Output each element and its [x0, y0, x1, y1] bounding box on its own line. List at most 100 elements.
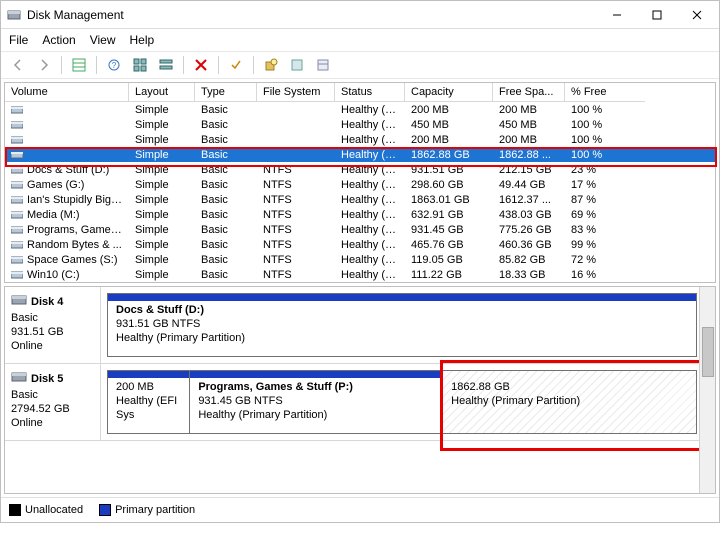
volume-pct: 100 % — [565, 119, 645, 131]
volume-header-row: Volume Layout Type File System Status Ca… — [5, 83, 715, 102]
drive-icon — [11, 105, 23, 115]
toolbar-separator — [253, 56, 254, 74]
volume-fs: NTFS — [257, 269, 335, 281]
volume-row[interactable]: SimpleBasicHealthy (P...1862.88 GB1862.8… — [5, 147, 715, 162]
drive-icon — [11, 210, 23, 220]
volume-layout: Simple — [129, 194, 195, 206]
volume-capacity: 200 MB — [405, 134, 493, 146]
disk-info-panel: Disk 5Basic2794.52 GBOnline — [5, 364, 101, 440]
disk-row[interactable]: Disk 4Basic931.51 GBOnlineDocs & Stuff (… — [5, 287, 715, 364]
volume-name: Programs, Games ... — [27, 224, 128, 236]
col-layout[interactable]: Layout — [129, 83, 195, 102]
format-button[interactable] — [312, 55, 334, 75]
disk-map-area[interactable]: Disk 4Basic931.51 GBOnlineDocs & Stuff (… — [4, 286, 716, 494]
partition-size: 1862.88 GB — [451, 381, 510, 393]
window-title: Disk Management — [27, 8, 124, 22]
partition[interactable]: Programs, Games & Stuff (P:)931.45 GB NT… — [190, 371, 443, 433]
col-filesystem[interactable]: File System — [257, 83, 335, 102]
back-button[interactable] — [7, 55, 29, 75]
volume-capacity: 200 MB — [405, 104, 493, 116]
volume-type: Basic — [195, 134, 257, 146]
volume-row[interactable]: SimpleBasicHealthy (E...200 MB200 MB100 … — [5, 102, 715, 117]
volume-layout: Simple — [129, 224, 195, 236]
volume-type: Basic — [195, 269, 257, 281]
volume-row[interactable]: Docs & Stuff (D:)SimpleBasicNTFSHealthy … — [5, 162, 715, 177]
legend-primary: Primary partition — [99, 504, 195, 516]
disk-partition-bar-container: Docs & Stuff (D:)931.51 GB NTFSHealthy (… — [101, 287, 715, 363]
volume-capacity: 931.45 GB — [405, 224, 493, 236]
volume-row[interactable]: Ian's Stupidly Big ...SimpleBasicNTFSHea… — [5, 192, 715, 207]
maximize-button[interactable] — [637, 1, 677, 29]
properties-button[interactable] — [225, 55, 247, 75]
volume-fs: NTFS — [257, 239, 335, 251]
partition-size: 931.45 GB NTFS — [198, 395, 282, 407]
col-status[interactable]: Status — [335, 83, 405, 102]
drive-icon — [11, 240, 23, 250]
volume-status: Healthy (P... — [335, 254, 405, 266]
volume-free: 200 MB — [493, 134, 565, 146]
drive-icon — [11, 150, 23, 160]
volume-free: 1612.37 ... — [493, 194, 565, 206]
volume-row[interactable]: Media (M:)SimpleBasicNTFSHealthy (A...63… — [5, 207, 715, 222]
disk-row[interactable]: Disk 5Basic2794.52 GBOnline200 MBHealthy… — [5, 364, 715, 441]
new-volume-button[interactable] — [260, 55, 282, 75]
volume-status: Healthy (A... — [335, 209, 405, 221]
menu-view[interactable]: View — [90, 33, 116, 47]
disk-size: 931.51 GB — [11, 326, 64, 338]
partition[interactable]: Docs & Stuff (D:)931.51 GB NTFSHealthy (… — [108, 294, 696, 356]
partition-title: Docs & Stuff (D:) — [116, 304, 204, 316]
volume-capacity: 931.51 GB — [405, 164, 493, 176]
menu-help[interactable]: Help — [130, 33, 155, 47]
partition[interactable]: 1862.88 GBHealthy (Primary Partition) — [443, 371, 696, 433]
help-button[interactable]: ? — [103, 55, 125, 75]
view-list-button[interactable] — [68, 55, 90, 75]
volume-capacity: 632.91 GB — [405, 209, 493, 221]
volume-layout: Simple — [129, 119, 195, 131]
volume-type: Basic — [195, 149, 257, 161]
close-button[interactable] — [677, 1, 717, 29]
col-capacity[interactable]: Capacity — [405, 83, 493, 102]
volume-capacity: 119.05 GB — [405, 254, 493, 266]
col-type[interactable]: Type — [195, 83, 257, 102]
col-volume[interactable]: Volume — [5, 83, 129, 102]
volume-pct: 100 % — [565, 134, 645, 146]
scrollbar-thumb[interactable] — [702, 327, 714, 377]
disk-list-button[interactable] — [155, 55, 177, 75]
volume-name: Win10 (C:) — [27, 269, 80, 281]
volume-type: Basic — [195, 104, 257, 116]
volume-row[interactable]: SimpleBasicHealthy (E...200 MB200 MB100 … — [5, 132, 715, 147]
forward-button[interactable] — [33, 55, 55, 75]
minimize-button[interactable] — [597, 1, 637, 29]
volume-row[interactable]: SimpleBasicHealthy (R...450 MB450 MB100 … — [5, 117, 715, 132]
volume-pct: 87 % — [565, 194, 645, 206]
menu-action[interactable]: Action — [42, 33, 75, 47]
volume-row[interactable]: Games (G:)SimpleBasicNTFSHealthy (P...29… — [5, 177, 715, 192]
volume-name: Space Games (S:) — [27, 254, 117, 266]
volume-status: Healthy (P... — [335, 194, 405, 206]
col-free[interactable]: Free Spa... — [493, 83, 565, 102]
volume-type: Basic — [195, 239, 257, 251]
volume-status: Healthy (R... — [335, 119, 405, 131]
disk-icon — [11, 293, 27, 310]
volume-list[interactable]: Volume Layout Type File System Status Ca… — [4, 82, 716, 283]
menu-file[interactable]: File — [9, 33, 28, 47]
assign-letter-button[interactable] — [286, 55, 308, 75]
volume-layout: Simple — [129, 239, 195, 251]
volume-fs: NTFS — [257, 254, 335, 266]
toolbar-separator — [96, 56, 97, 74]
disk-icon — [11, 370, 27, 387]
volume-layout: Simple — [129, 209, 195, 221]
scrollbar-vertical[interactable] — [699, 287, 715, 493]
volume-row[interactable]: Random Bytes & ...SimpleBasicNTFSHealthy… — [5, 237, 715, 252]
partition[interactable]: 200 MBHealthy (EFI Sys — [108, 371, 190, 433]
delete-button[interactable] — [190, 55, 212, 75]
partition-status: Healthy (EFI Sys — [116, 395, 177, 421]
volume-type: Basic — [195, 224, 257, 236]
volume-row[interactable]: Space Games (S:)SimpleBasicNTFSHealthy (… — [5, 252, 715, 267]
col-pct-free[interactable]: % Free — [565, 83, 645, 102]
volume-row[interactable]: Win10 (C:)SimpleBasicNTFSHealthy (B...11… — [5, 267, 715, 282]
volume-row[interactable]: Programs, Games ...SimpleBasicNTFSHealth… — [5, 222, 715, 237]
disk-status: Online — [11, 417, 43, 429]
disk-management-window: Disk Management File Action View Help ? — [0, 0, 720, 523]
disk-grid-button[interactable] — [129, 55, 151, 75]
